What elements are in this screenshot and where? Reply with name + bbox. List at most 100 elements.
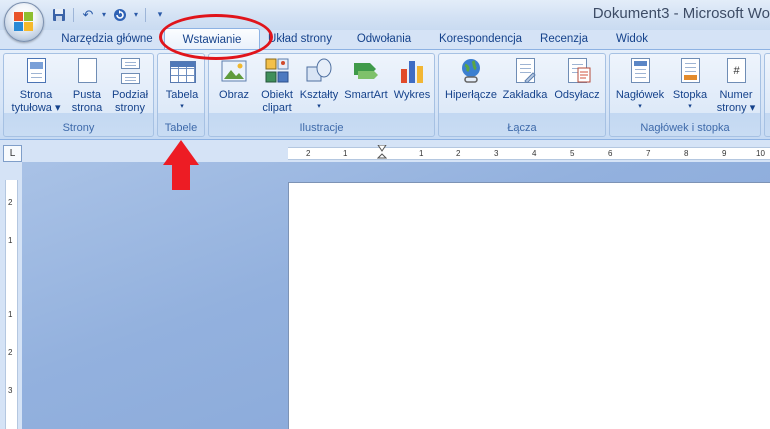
group-strony: Strona tytułowa ▾ Pusta strona Podział s… xyxy=(3,53,154,137)
picture-button[interactable]: Obraz xyxy=(212,57,256,102)
office-logo-icon xyxy=(14,12,34,32)
cover-page-button[interactable]: Strona tytułowa ▾ xyxy=(7,57,65,115)
header-button[interactable]: Nagłówek ▾ xyxy=(613,57,667,111)
indent-marker-icon[interactable] xyxy=(377,145,387,161)
ruler-tick: 2 xyxy=(306,149,311,158)
page-break-label-1: Podział xyxy=(111,89,149,101)
tab-odwolania[interactable]: Odwołania xyxy=(340,28,428,50)
clipart-icon xyxy=(263,57,291,87)
customize-icon[interactable]: ▾ xyxy=(151,6,169,24)
blank-page-label-2: strona xyxy=(71,102,103,114)
smartart-label: SmartArt xyxy=(344,89,388,101)
hyperlink-icon xyxy=(457,57,485,87)
footer-label: Stopka xyxy=(672,89,708,101)
group-lacza: Hiperłącze Zakładka Odsyłacz Łącza xyxy=(438,53,606,137)
ruler-tick: 1 xyxy=(8,236,13,245)
ruler-tick: 10 xyxy=(756,149,765,158)
tab-recenzja[interactable]: Recenzja xyxy=(533,28,595,50)
save-icon[interactable] xyxy=(50,6,68,24)
ruler-tick: 9 xyxy=(722,149,727,158)
ruler-tick: 1 xyxy=(419,149,424,158)
ruler-tick: 4 xyxy=(532,149,537,158)
smartart-button[interactable]: SmartArt xyxy=(341,57,391,102)
vertical-ruler[interactable]: 2 1 1 2 3 xyxy=(5,180,18,429)
smartart-icon xyxy=(352,57,380,87)
cross-reference-label: Odsyłacz xyxy=(554,89,600,101)
page-break-button[interactable]: Podział strony xyxy=(108,57,152,115)
footer-button[interactable]: Stopka ▾ xyxy=(668,57,712,111)
table-label: Tabela xyxy=(165,89,199,101)
office-button[interactable] xyxy=(4,2,44,42)
bookmark-button[interactable]: Zakładka xyxy=(501,57,549,102)
footer-dropdown-icon: ▾ xyxy=(688,103,692,110)
cover-page-label-1: Strona xyxy=(19,89,53,101)
blank-page-label-1: Pusta xyxy=(72,89,102,101)
header-icon xyxy=(626,57,654,87)
chart-icon xyxy=(398,57,426,87)
ruler-tick: 2 xyxy=(456,149,461,158)
cross-reference-button[interactable]: Odsyłacz xyxy=(551,57,603,102)
page-number-icon: # xyxy=(722,57,750,87)
group-naglowek-i-stopka: Nagłówek ▾ Stopka ▾ # Numer strony ▾ Nag… xyxy=(609,53,761,137)
shapes-button[interactable]: Kształty ▾ xyxy=(297,57,341,111)
ruler-tick: 1 xyxy=(343,149,348,158)
group-label-naglowek: Nagłówek i stopka xyxy=(640,122,730,134)
ribbon-tabs: Narzędzia główne Wstawianie Układ strony… xyxy=(0,28,770,50)
table-icon xyxy=(168,57,196,87)
hyperlink-button[interactable]: Hiperłącze xyxy=(443,57,499,102)
arrow-up-icon xyxy=(163,140,199,165)
ruler-tick: 5 xyxy=(570,149,575,158)
table-dropdown-icon: ▾ xyxy=(180,103,184,110)
ruler-tick: 8 xyxy=(684,149,689,158)
group-partial xyxy=(764,53,770,137)
group-label-tabele: Tabele xyxy=(164,122,198,134)
clipart-label-1: Obiekt xyxy=(261,89,293,101)
group-label-strony: Strony xyxy=(62,122,95,134)
chart-button[interactable]: Wykres xyxy=(391,57,433,102)
cover-page-icon xyxy=(22,57,50,87)
header-dropdown-icon: ▾ xyxy=(638,103,642,110)
arrow-shaft xyxy=(172,164,190,190)
highlight-ellipse xyxy=(159,14,273,60)
tab-widok[interactable]: Widok xyxy=(595,28,669,50)
title-bar: ↶ ▾ ▾ ▾ Dokument3 - Microsoft Wo xyxy=(0,0,770,30)
shapes-label: Kształty xyxy=(299,89,339,101)
redo-dropdown-icon[interactable]: ▾ xyxy=(132,6,140,24)
header-label: Nagłówek xyxy=(615,89,665,101)
clipart-button[interactable]: Obiekt clipart xyxy=(257,57,297,115)
shapes-icon xyxy=(305,57,333,87)
group-label-ilustracje: Ilustracje xyxy=(299,122,344,134)
group-tabele: Tabela ▾ Tabele xyxy=(157,53,205,137)
undo-dropdown-icon[interactable]: ▾ xyxy=(100,6,108,24)
bookmark-label: Zakładka xyxy=(502,89,548,101)
undo-icon[interactable]: ↶ xyxy=(79,6,97,24)
document-page[interactable] xyxy=(288,182,770,429)
tab-selector-button[interactable]: L xyxy=(3,145,22,162)
tab-korespondencja[interactable]: Korespondencja xyxy=(428,28,533,50)
page-break-label-2: strony xyxy=(115,102,145,114)
page-break-icon xyxy=(116,57,144,87)
ruler-tick: 3 xyxy=(494,149,499,158)
blank-page-button[interactable]: Pusta strona xyxy=(68,57,106,115)
chart-label: Wykres xyxy=(393,89,431,101)
cross-reference-icon xyxy=(563,57,591,87)
redo-icon[interactable] xyxy=(111,6,129,24)
ribbon: Strona tytułowa ▾ Pusta strona Podział s… xyxy=(0,49,770,140)
quick-access-toolbar: ↶ ▾ ▾ ▾ xyxy=(50,5,169,24)
page-number-button[interactable]: # Numer strony ▾ xyxy=(712,57,760,115)
ruler-tick: 3 xyxy=(8,386,13,395)
blank-page-icon xyxy=(73,57,101,87)
horizontal-ruler[interactable]: 2 1 1 2 3 4 5 6 7 8 9 10 xyxy=(288,145,770,161)
picture-label: Obraz xyxy=(219,89,249,101)
cover-page-label-2: tytułowa ▾ xyxy=(11,102,61,114)
tab-narzedzia-glowne[interactable]: Narzędzia główne xyxy=(50,28,164,50)
shapes-dropdown-icon: ▾ xyxy=(317,103,321,110)
table-button[interactable]: Tabela ▾ xyxy=(161,57,203,111)
window-title: Dokument3 - Microsoft Wo xyxy=(592,5,770,22)
group-ilustracje: Obraz Obiekt clipart Kształty ▾ SmartArt xyxy=(208,53,435,137)
ruler-tick: 1 xyxy=(8,310,13,319)
page-number-label-2: strony ▾ xyxy=(716,102,756,114)
footer-icon xyxy=(676,57,704,87)
clipart-label-2: clipart xyxy=(262,102,292,114)
page-number-label-1: Numer xyxy=(719,89,753,101)
